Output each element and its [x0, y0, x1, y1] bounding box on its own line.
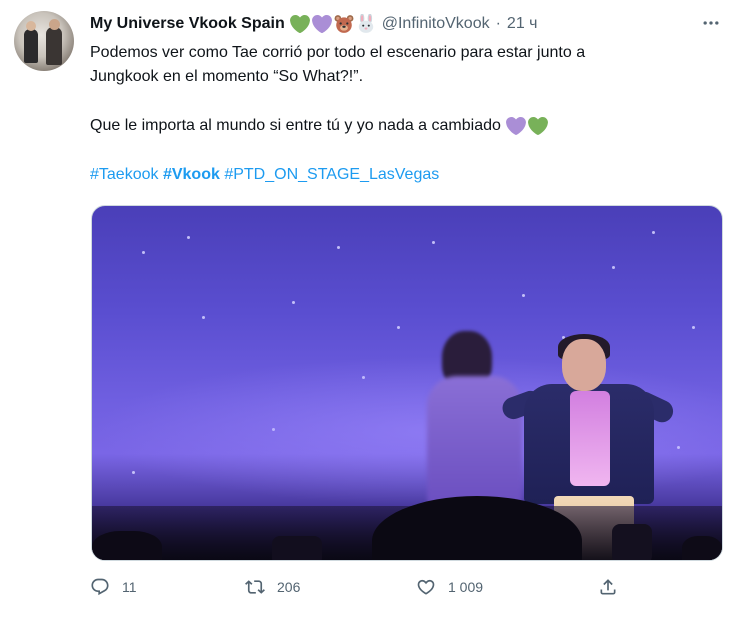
- avatar-figure-head: [26, 21, 36, 31]
- reply-count: 11: [122, 579, 137, 595]
- avatar-figure: [46, 27, 62, 65]
- audience-silhouette: [92, 531, 162, 560]
- reply-button[interactable]: 11: [90, 575, 137, 599]
- performer-left: [427, 376, 522, 506]
- rabbit-face-icon: [358, 14, 373, 33]
- tweet-text: Podemos ver como Tae corrió por todo el …: [90, 41, 730, 89]
- bear-face-icon: [334, 15, 354, 33]
- performer-right-head: [562, 339, 606, 391]
- share-icon: [600, 579, 616, 595]
- avatar-figure-head: [49, 19, 60, 30]
- more-options-icon[interactable]: [700, 12, 722, 34]
- hashtag-link[interactable]: #Taekook: [90, 166, 159, 183]
- retweet-button[interactable]: 206: [245, 575, 300, 599]
- tweet-timestamp[interactable]: 21 ч: [507, 15, 538, 33]
- like-count: 1 009: [448, 579, 484, 595]
- tweet[interactable]: My Universe Vkook Spain @InfinitoVkook ·…: [0, 0, 741, 617]
- hashtag-link[interactable]: #Vkook: [163, 166, 220, 183]
- audience-silhouette: [682, 536, 722, 560]
- retweet-count: 206: [277, 579, 301, 595]
- hashtag-link[interactable]: #PTD_ON_STAGE_LasVegas: [224, 166, 439, 183]
- avatar[interactable]: [14, 11, 74, 71]
- author-name[interactable]: My Universe Vkook Spain: [90, 15, 285, 33]
- green-heart-icon: [527, 116, 548, 136]
- reply-icon: [91, 578, 109, 596]
- like-button[interactable]: 1 009: [416, 575, 483, 599]
- performer-right-shirt: [570, 391, 610, 486]
- green-heart-icon: [289, 14, 310, 34]
- audience-phone: [272, 536, 322, 560]
- author-handle[interactable]: @InfinitoVkook: [382, 15, 490, 33]
- share-button[interactable]: [598, 575, 618, 599]
- separator-dot: ·: [495, 15, 501, 32]
- tweet-text-line: Que le importa al mundo si entre tú y yo…: [90, 117, 501, 134]
- purple-heart-icon: [505, 116, 526, 136]
- tweet-actions: 11 206 1 009: [90, 575, 730, 599]
- purple-heart-icon: [311, 14, 332, 34]
- tweet-text-paragraph: Que le importa al mundo si entre tú y yo…: [90, 114, 548, 138]
- retweet-icon: [245, 580, 265, 594]
- tweet-header: My Universe Vkook Spain @InfinitoVkook ·…: [90, 13, 538, 35]
- hashtags: #Taekook #Vkook #PTD_ON_STAGE_LasVegas: [90, 163, 439, 187]
- tweet-text-line: Jungkook en el momento “So What?!”.: [90, 68, 364, 85]
- heart-outline-icon: [417, 579, 435, 595]
- audience-phone: [612, 524, 652, 560]
- tweet-text-line: Podemos ver como Tae corrió por todo el …: [90, 44, 586, 61]
- avatar-figure: [24, 29, 38, 63]
- tweet-video[interactable]: [91, 205, 723, 561]
- author-emojis: [289, 14, 376, 34]
